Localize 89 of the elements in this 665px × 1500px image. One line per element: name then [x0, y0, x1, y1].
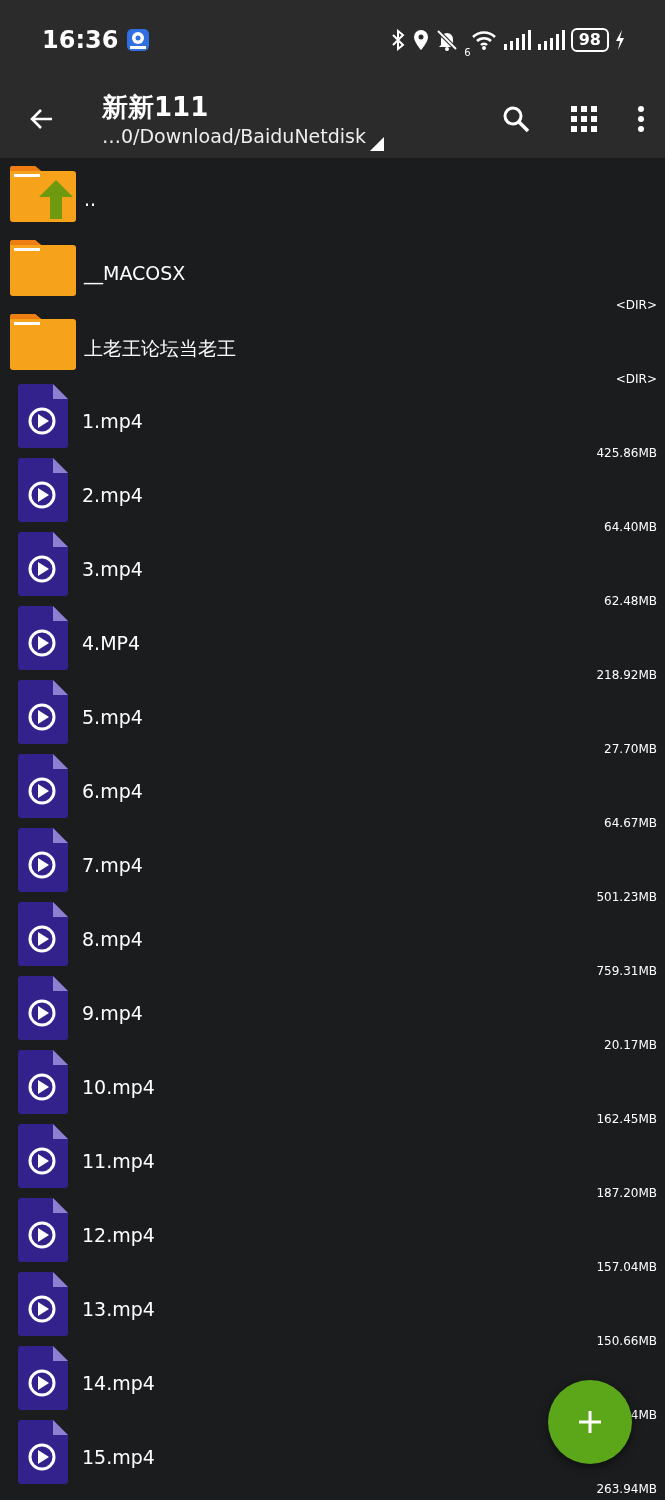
file-name: 12.mp4: [82, 1224, 155, 1246]
file-size: <DIR>: [615, 372, 657, 386]
file-size: 162.45MB: [596, 1112, 657, 1126]
file-size: 263.94MB: [596, 1482, 657, 1496]
file-size: 62.48MB: [604, 594, 657, 608]
wifi-generation-label: 6: [464, 46, 471, 58]
file-size: 64.40MB: [604, 520, 657, 534]
file-name: 3.mp4: [82, 558, 143, 580]
file-size: 425.86MB: [596, 446, 657, 460]
video-file-icon: [18, 1420, 68, 1484]
wifi-icon: [470, 29, 497, 51]
file-name: 13.mp4: [82, 1298, 155, 1320]
video-file-icon: [18, 1050, 68, 1114]
file-name: 7.mp4: [82, 854, 143, 876]
file-row[interactable]: 9.mp4 20.17MB: [0, 980, 665, 1054]
video-file-icon: [18, 828, 68, 892]
file-size: 759.31MB: [596, 964, 657, 978]
parent-folder-icon: [10, 166, 76, 222]
signal-icon: [502, 29, 531, 51]
file-name: 15.mp4: [82, 1446, 155, 1468]
battery-level: 98: [570, 28, 609, 52]
file-row[interactable]: 5.mp4 27.70MB: [0, 684, 665, 758]
path-dropdown[interactable]: …0/Download/BaiduNetdisk: [102, 125, 495, 147]
file-row[interactable]: 12.mp4 157.04MB: [0, 1202, 665, 1276]
file-row[interactable]: 7.mp4 501.23MB: [0, 832, 665, 906]
file-name: 4.MP4: [82, 632, 141, 654]
file-row[interactable]: 3.mp4 62.48MB: [0, 536, 665, 610]
file-row[interactable]: 14.mp4 4MB: [0, 1350, 665, 1424]
file-row[interactable]: 15.mp4 263.94MB: [0, 1424, 665, 1498]
video-file-icon: [18, 1124, 68, 1188]
video-file-icon: [18, 458, 68, 522]
file-name: ..: [84, 188, 97, 210]
file-row[interactable]: 1.mp4 425.86MB: [0, 388, 665, 462]
file-name: 11.mp4: [82, 1150, 155, 1172]
video-file-icon: [18, 384, 68, 448]
file-name: 2.mp4: [82, 484, 143, 506]
file-row[interactable]: __MACOSX <DIR>: [0, 240, 665, 314]
file-size: 218.92MB: [596, 668, 657, 682]
file-row[interactable]: 上老王论坛当老王 <DIR>: [0, 314, 665, 388]
video-file-icon: [18, 1272, 68, 1336]
folder-icon: [10, 240, 76, 296]
file-name: 1.mp4: [82, 410, 143, 432]
more-icon: [637, 106, 645, 132]
file-row[interactable]: ..: [0, 166, 665, 240]
file-row[interactable]: 6.mp4 64.67MB: [0, 758, 665, 832]
file-name: __MACOSX: [84, 262, 186, 284]
file-size: 150.66MB: [596, 1334, 657, 1348]
muted-bell-icon: [436, 29, 459, 51]
folder-title: 新新111: [102, 91, 210, 123]
file-row[interactable]: 2.mp4 64.40MB: [0, 462, 665, 536]
video-file-icon: [18, 606, 68, 670]
file-size: <DIR>: [615, 298, 657, 312]
file-size: 187.20MB: [596, 1186, 657, 1200]
file-size: 157.04MB: [596, 1260, 657, 1274]
location-icon: [412, 29, 431, 51]
file-name: 上老王论坛当老王: [84, 336, 236, 361]
file-row[interactable]: 10.mp4 162.45MB: [0, 1054, 665, 1128]
file-name: 8.mp4: [82, 928, 143, 950]
video-file-icon: [18, 1198, 68, 1262]
folder-icon: [10, 314, 76, 370]
file-row[interactable]: 13.mp4 150.66MB: [0, 1276, 665, 1350]
file-size: 27.70MB: [604, 742, 657, 756]
file-name: 10.mp4: [82, 1076, 155, 1098]
grid-icon: [571, 106, 597, 132]
file-row[interactable]: 8.mp4 759.31MB: [0, 906, 665, 980]
file-row[interactable]: 4.MP4 218.92MB: [0, 610, 665, 684]
file-size: 4MB: [630, 1408, 657, 1422]
file-size: 501.23MB: [596, 890, 657, 904]
video-file-icon: [18, 1346, 68, 1410]
file-row[interactable]: 11.mp4 187.20MB: [0, 1128, 665, 1202]
app-notification-icon: [126, 28, 151, 52]
plus-icon: [577, 1409, 603, 1435]
signal-icon: [536, 29, 565, 51]
file-name: 6.mp4: [82, 780, 143, 802]
video-file-icon: [18, 976, 68, 1040]
video-file-icon: [18, 532, 68, 596]
file-name: 9.mp4: [82, 1002, 143, 1024]
video-file-icon: [18, 754, 68, 818]
file-name: 14.mp4: [82, 1372, 155, 1394]
file-size: 64.67MB: [604, 816, 657, 830]
file-size: 20.17MB: [604, 1038, 657, 1052]
bluetooth-icon: [390, 29, 407, 51]
clock-time: 16:36: [42, 26, 119, 54]
video-file-icon: [18, 680, 68, 744]
video-file-icon: [18, 902, 68, 966]
dropdown-triangle-icon: [370, 137, 384, 151]
file-name: 5.mp4: [82, 706, 143, 728]
charging-icon: [615, 29, 625, 51]
search-icon: [501, 104, 531, 134]
